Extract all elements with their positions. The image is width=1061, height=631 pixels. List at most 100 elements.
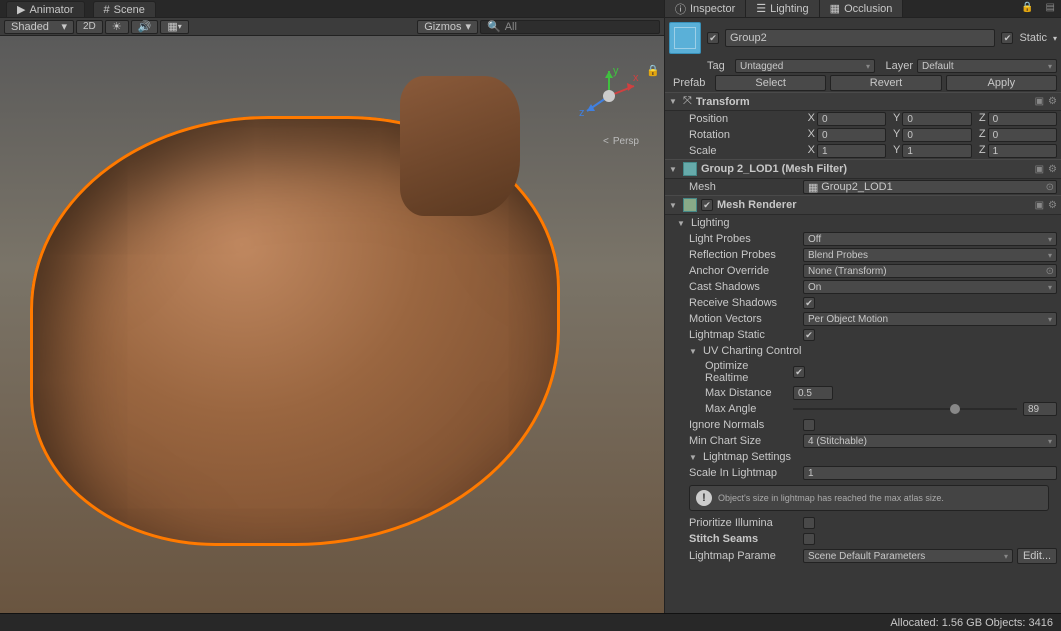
minchartsize-label: Min Chart Size [689, 435, 799, 447]
lighting-toggle[interactable]: ☀ [105, 20, 129, 34]
lock-icon[interactable]: 🔒 [646, 64, 660, 77]
lighting-section: Lighting [691, 217, 730, 229]
maxangle-slider[interactable]: 89 [793, 402, 1057, 416]
gameobject-icon[interactable] [669, 22, 701, 54]
uvcharting-section: UV Charting Control [703, 345, 801, 357]
receiveshadows-checkbox[interactable] [803, 297, 815, 309]
animator-icon: ▶ [17, 3, 25, 16]
help-icon[interactable]: ▣ [1035, 96, 1044, 107]
renderer-enabled-checkbox[interactable] [701, 199, 713, 211]
motionvectors-dropdown[interactable]: Per Object Motion [803, 312, 1057, 326]
foldout-icon[interactable]: ▼ [689, 453, 699, 462]
stitchseams-label: Stitch Seams [689, 533, 799, 545]
prefab-apply-button[interactable]: Apply [946, 75, 1057, 91]
transform-icon: ⤧ [683, 95, 692, 108]
foldout-icon[interactable]: ▼ [677, 219, 687, 228]
audio-toggle[interactable]: 🔊 [131, 20, 159, 34]
meshrenderer-header[interactable]: ▼ Mesh Renderer ▣ ⚙ [665, 195, 1061, 215]
static-checkbox[interactable] [1001, 32, 1013, 44]
speaker-icon: 🔊 [138, 20, 152, 33]
castshadows-label: Cast Shadows [689, 281, 799, 293]
ignorenormals-label: Ignore Normals [689, 419, 799, 431]
panel-menu-icon[interactable]: ▤ [1040, 0, 1061, 17]
lightmapstatic-checkbox[interactable] [803, 329, 815, 341]
prefab-select-button[interactable]: Select [715, 75, 826, 91]
foldout-icon[interactable]: ▼ [669, 165, 679, 174]
orientation-gizmo[interactable]: x y z [579, 66, 639, 126]
inspector-tabs: ⓘInspector ☰Lighting ▦Occlusion 🔒 ▤ [665, 0, 1061, 18]
position-label: Position [689, 113, 799, 125]
scalelightmap-field[interactable]: 1 [803, 466, 1057, 480]
lightprobes-dropdown[interactable]: Off [803, 232, 1057, 246]
rotation-z[interactable]: 0 [988, 128, 1057, 142]
fx-toggle[interactable]: ▦▾ [160, 20, 188, 34]
status-bar: Allocated: 1.56 GB Objects: 3416 [0, 613, 1061, 631]
optimizerealtime-checkbox[interactable] [793, 366, 805, 378]
selected-mesh-rock[interactable] [30, 116, 560, 546]
help-icon[interactable]: ▣ [1035, 200, 1044, 211]
rotation-y[interactable]: 0 [902, 128, 971, 142]
search-input[interactable]: 🔍All [480, 20, 660, 34]
lightmapparams-edit-button[interactable]: Edit... [1017, 548, 1057, 564]
ignorenormals-checkbox[interactable] [803, 419, 815, 431]
warning-text: Object's size in lightmap has reached th… [718, 493, 944, 503]
prioritize-label: Prioritize Illumina [689, 517, 799, 529]
minchartsize-dropdown[interactable]: 4 (Stitchable) [803, 434, 1057, 448]
tab-occlusion[interactable]: ▦Occlusion [820, 0, 904, 17]
renderer-icon [683, 198, 697, 212]
static-dropdown-icon[interactable]: ▾ [1053, 34, 1057, 43]
meshfilter-header[interactable]: ▼ Group 2_LOD1 (Mesh Filter) ▣ ⚙ [665, 159, 1061, 179]
layer-dropdown[interactable]: Default [917, 59, 1057, 73]
foldout-icon[interactable]: ▼ [669, 97, 679, 106]
foldout-icon[interactable]: ▼ [669, 201, 679, 210]
gear-icon[interactable]: ⚙ [1048, 96, 1057, 107]
z-axis-label: z [579, 107, 585, 119]
maxangle-value[interactable]: 89 [1023, 402, 1057, 416]
rotation-x[interactable]: 0 [817, 128, 886, 142]
prioritize-checkbox[interactable] [803, 517, 815, 529]
scene-viewport[interactable]: x y z Persp 🔒 [0, 36, 664, 613]
static-label: Static [1019, 32, 1047, 44]
help-icon[interactable]: ▣ [1035, 164, 1044, 175]
scale-y[interactable]: 1 [902, 144, 971, 158]
mesh-field[interactable]: ▦ Group2_LOD1 [803, 180, 1057, 194]
scale-z[interactable]: 1 [988, 144, 1057, 158]
tab-animator[interactable]: ▶Animator [6, 1, 85, 17]
foldout-icon[interactable]: ▼ [689, 347, 699, 356]
position-z[interactable]: 0 [988, 112, 1057, 126]
tab-scene[interactable]: #Scene [93, 1, 156, 17]
transform-header[interactable]: ▼ ⤧ Transform ▣ ⚙ [665, 92, 1061, 111]
tab-lighting[interactable]: ☰Lighting [746, 0, 819, 17]
inspector-content: Group2 Static ▾ Tag Untagged Layer Defau… [665, 18, 1061, 613]
shaded-dropdown[interactable]: Shaded▾ [4, 20, 74, 34]
mesh-value: Group2_LOD1 [821, 181, 893, 193]
lightmapparams-dropdown[interactable]: Scene Default Parameters [803, 549, 1013, 563]
mode-2d-toggle[interactable]: 2D [76, 20, 103, 34]
gizmos-label: Gizmos [424, 21, 461, 33]
gizmos-dropdown[interactable]: Gizmos▾ [417, 20, 478, 34]
name-field[interactable]: Group2 [725, 29, 995, 47]
gear-icon[interactable]: ⚙ [1048, 164, 1057, 175]
mesh-label: Mesh [689, 181, 799, 193]
stitchseams-checkbox[interactable] [803, 533, 815, 545]
lightmapsettings-section: Lightmap Settings [703, 451, 791, 463]
scale-x[interactable]: 1 [817, 144, 886, 158]
tab-inspector[interactable]: ⓘInspector [665, 0, 746, 17]
maxdistance-field[interactable]: 0.5 [793, 386, 833, 400]
gear-icon[interactable]: ⚙ [1048, 200, 1057, 211]
lock-icon[interactable]: 🔒 [1015, 0, 1039, 17]
tag-dropdown[interactable]: Untagged [735, 59, 875, 73]
prefab-revert-button[interactable]: Revert [830, 75, 941, 91]
inspector-panel: ⓘInspector ☰Lighting ▦Occlusion 🔒 ▤ Grou… [664, 0, 1061, 613]
position-y[interactable]: 0 [902, 112, 971, 126]
y-label: Y [888, 112, 900, 126]
maxangle-label: Max Angle [689, 403, 789, 415]
allocated-label: Allocated: 1.56 GB Objects: 3416 [890, 617, 1053, 629]
castshadows-dropdown[interactable]: On [803, 280, 1057, 294]
anchoroverride-field[interactable]: None (Transform) [803, 264, 1057, 278]
perspective-label[interactable]: Persp [603, 136, 639, 147]
reflectionprobes-dropdown[interactable]: Blend Probes [803, 248, 1057, 262]
tab-label: Lighting [770, 3, 809, 15]
position-x[interactable]: 0 [817, 112, 886, 126]
active-checkbox[interactable] [707, 32, 719, 44]
